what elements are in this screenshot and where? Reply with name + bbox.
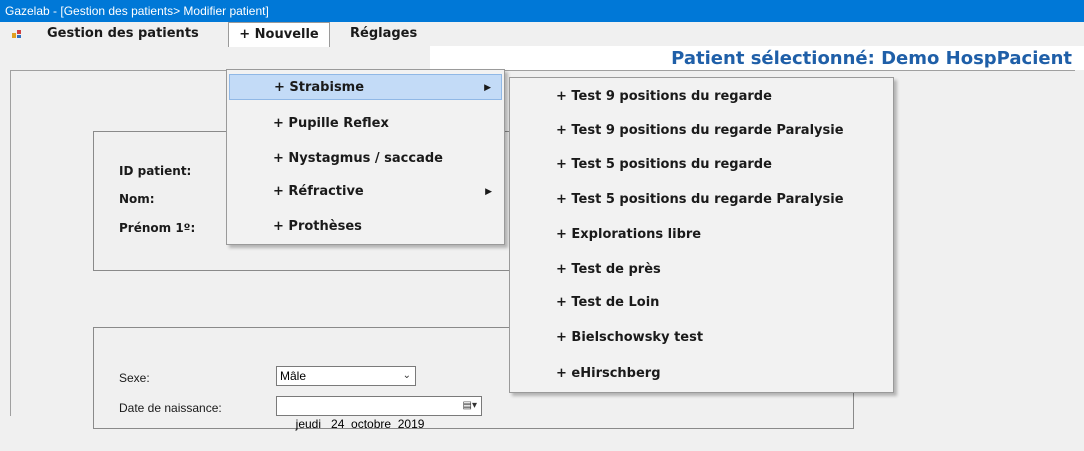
menu-item-strabisme[interactable]: + Strabisme ▶	[229, 74, 502, 100]
submenu-item[interactable]: + Test 5 positions du regarde Paralysie	[512, 185, 891, 215]
submenu-arrow-icon: ▶	[484, 83, 491, 93]
dob-label: Date de naissance:	[119, 401, 222, 415]
app-icon	[12, 30, 21, 38]
menu-item-protheses[interactable]: + Prothèses	[229, 214, 502, 240]
dob-picker[interactable]: jeudi 24 octobre 2019 ▤▾	[276, 396, 482, 431]
menu-item-nystagmus[interactable]: + Nystagmus / saccade	[229, 146, 502, 172]
patient-selected-label: Patient sélectionné: Demo HospPacient	[671, 48, 1072, 69]
submenu-item[interactable]: + Test 5 positions du regarde	[512, 150, 891, 180]
menu-reglages[interactable]: Réglages	[350, 22, 417, 46]
nom-label: Nom:	[119, 192, 155, 206]
menu-item-pupille-reflex[interactable]: + Pupille Reflex	[229, 111, 502, 137]
sexe-select[interactable]: Mâle ⌄	[276, 366, 416, 386]
submenu-item[interactable]: + Explorations libre	[512, 220, 891, 250]
submenu-item[interactable]: + Test de près	[512, 255, 891, 285]
patient-bar: Patient sélectionné: Demo HospPacient	[430, 46, 1084, 70]
sexe-label: Sexe:	[119, 371, 150, 385]
calendar-icon[interactable]: ▤▾	[463, 397, 477, 415]
nouvelle-dropdown: + Strabisme ▶ + Pupille Reflex + Nystagm…	[226, 69, 505, 245]
dob-value: jeudi 24 octobre 2019	[295, 417, 425, 431]
strabisme-submenu: + Test 9 positions du regarde + Test 9 p…	[509, 77, 894, 393]
submenu-item[interactable]: + Bielschowsky test	[512, 323, 891, 353]
submenu-item[interactable]: + Test de Loin	[512, 288, 891, 318]
window-title-bar: Gazelab - [Gestion des patients> Modifie…	[0, 0, 1084, 22]
menu-item-refractive[interactable]: + Réfractive ▶	[229, 179, 502, 205]
menu-gestion-patients[interactable]: Gestion des patients	[47, 22, 199, 46]
chevron-down-icon: ⌄	[402, 370, 411, 381]
submenu-item[interactable]: + Test 9 positions du regarde	[512, 82, 891, 112]
menu-nouvelle[interactable]: + Nouvelle	[228, 22, 330, 47]
submenu-item[interactable]: + Test 9 positions du regarde Paralysie	[512, 116, 891, 146]
prenom-label: Prénom 1º:	[119, 221, 196, 235]
window-title: Gazelab - [Gestion des patients> Modifie…	[5, 4, 269, 18]
id-patient-label: ID patient:	[119, 164, 192, 178]
submenu-arrow-icon: ▶	[485, 187, 492, 197]
sexe-value: Mâle	[280, 369, 307, 383]
submenu-item[interactable]: + eHirschberg	[512, 359, 891, 389]
